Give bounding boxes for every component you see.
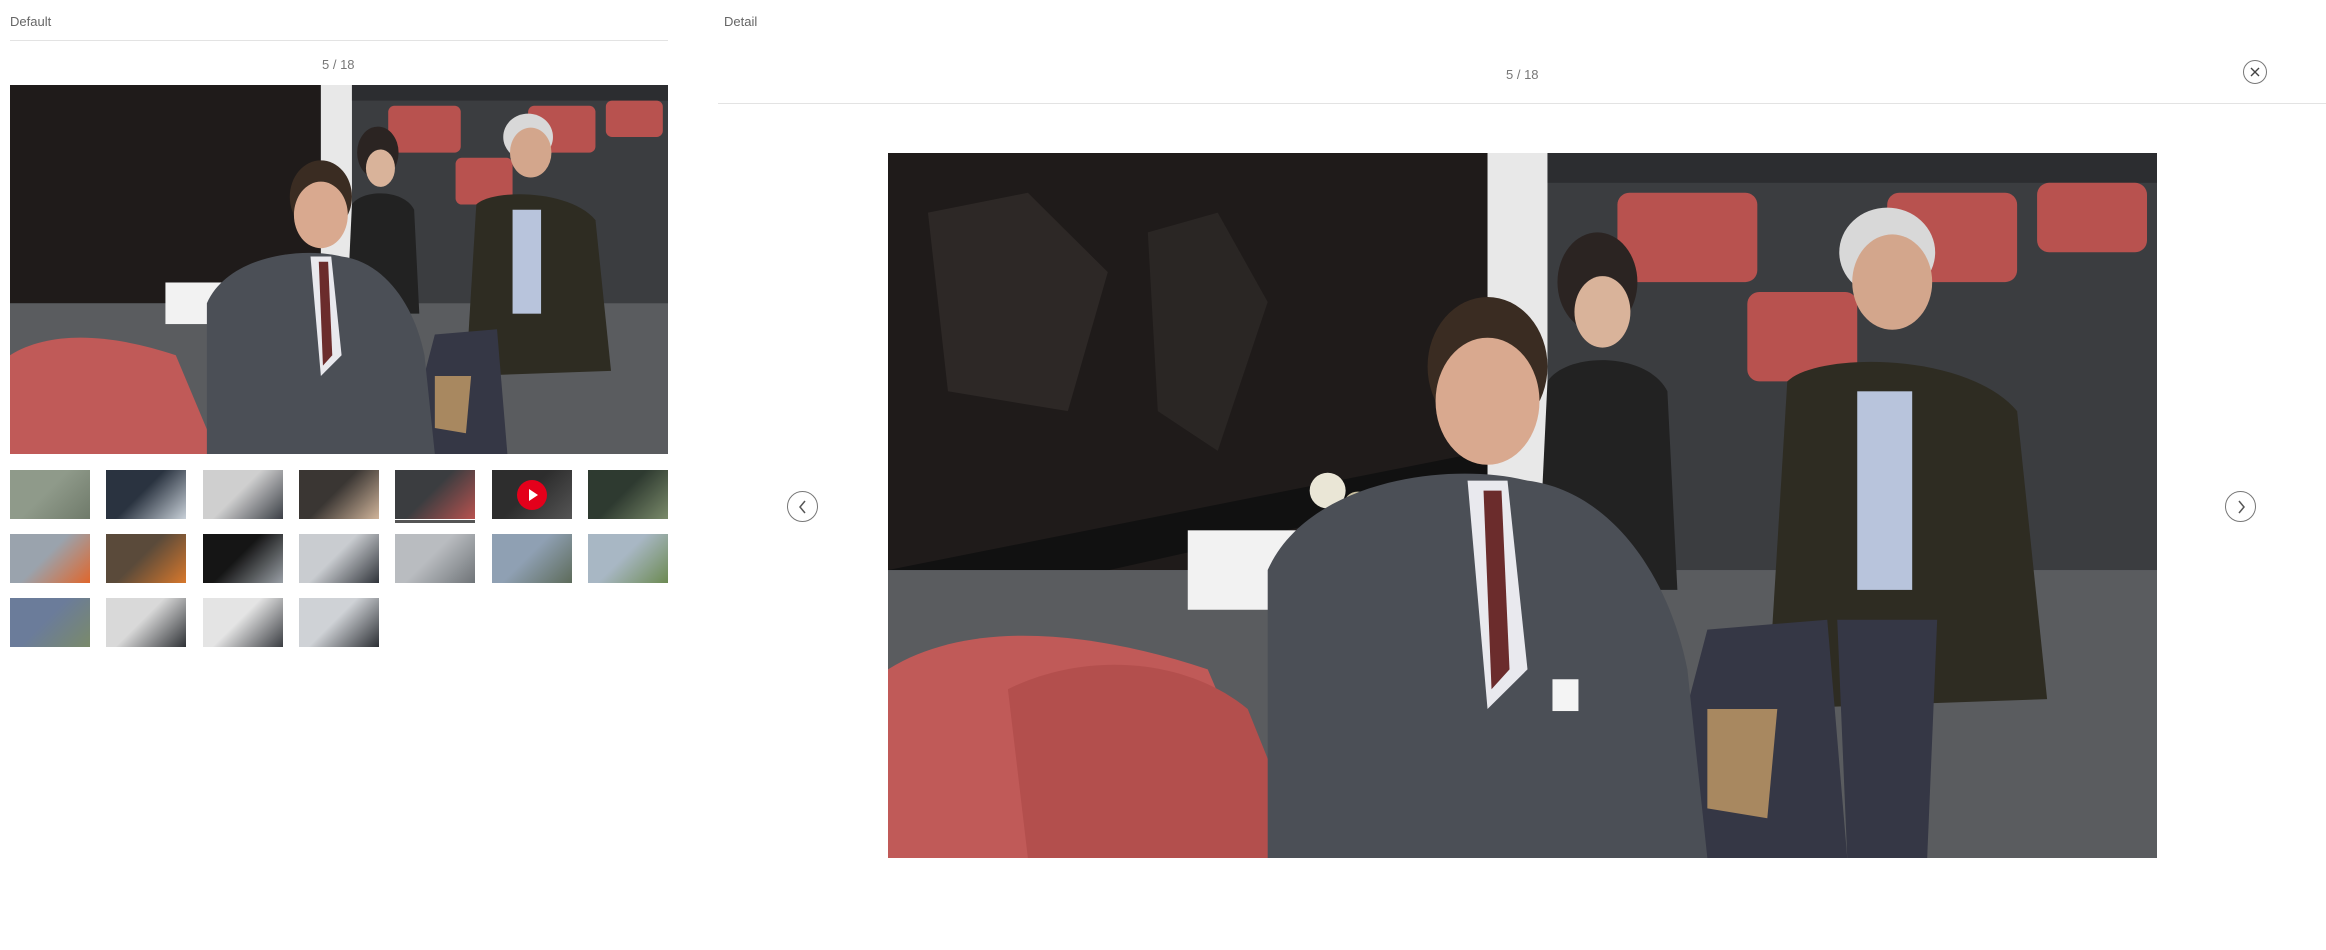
- detail-photo[interactable]: [888, 153, 2157, 858]
- train-interior-photo-large: [888, 153, 2157, 858]
- thumbnail-12[interactable]: [395, 534, 476, 583]
- thumbnail-11[interactable]: [298, 534, 379, 583]
- thumbnail-4[interactable]: [298, 470, 379, 519]
- thumbnail-image: [298, 598, 379, 647]
- play-icon: [516, 479, 547, 510]
- default-panel-label: Default: [10, 14, 52, 29]
- thumbnail-7[interactable]: [587, 470, 668, 519]
- next-button[interactable]: [2225, 491, 2256, 522]
- default-panel-divider: [10, 40, 668, 41]
- detail-panel-label: Detail: [724, 14, 758, 29]
- thumbnail-1[interactable]: [10, 470, 90, 519]
- thumbnail-14[interactable]: [587, 534, 668, 583]
- thumbnail-2[interactable]: [106, 470, 187, 519]
- thumbnail-10[interactable]: [202, 534, 283, 583]
- close-button[interactable]: [2243, 60, 2267, 84]
- thumbnail-8[interactable]: [10, 534, 90, 583]
- thumbnail-5[interactable]: [395, 470, 476, 523]
- close-icon: [2250, 67, 2260, 77]
- thumbnail-image: [202, 534, 283, 583]
- detail-header-divider: [718, 103, 2326, 104]
- prev-button[interactable]: [787, 491, 818, 522]
- thumbnail-image: [10, 470, 90, 519]
- thumbnail-16[interactable]: [106, 598, 187, 647]
- thumbnail-image: [106, 470, 187, 519]
- thumbnail-image: [106, 598, 187, 647]
- thumbnail-image: [587, 470, 668, 519]
- thumbnail-image: [202, 598, 283, 647]
- chevron-right-icon: [2237, 500, 2245, 513]
- thumbnail-image: [202, 470, 283, 519]
- train-interior-photo: [10, 85, 668, 454]
- thumbnail-image: [395, 470, 476, 519]
- thumbnail-6[interactable]: [491, 470, 572, 519]
- thumbnail-image: [491, 534, 572, 583]
- thumbnail-18[interactable]: [298, 598, 379, 647]
- thumbnail-image: [10, 534, 90, 583]
- thumbnail-image: [10, 598, 90, 647]
- thumbnail-13[interactable]: [491, 534, 572, 583]
- thumbnail-image: [587, 534, 668, 583]
- thumbnail-15[interactable]: [10, 598, 90, 647]
- thumbnail-3[interactable]: [202, 470, 283, 519]
- thumbnail-17[interactable]: [202, 598, 283, 647]
- thumbnail-image: [298, 534, 379, 583]
- main-photo[interactable]: [10, 85, 668, 454]
- chevron-left-icon: [798, 500, 806, 513]
- thumbnail-image: [395, 534, 476, 583]
- thumbnail-9[interactable]: [106, 534, 187, 583]
- thumbnail-image: [106, 534, 187, 583]
- thumbnail-image: [298, 470, 379, 519]
- detail-counter: 5 / 18: [1506, 67, 1539, 82]
- default-counter: 5 / 18: [322, 57, 355, 72]
